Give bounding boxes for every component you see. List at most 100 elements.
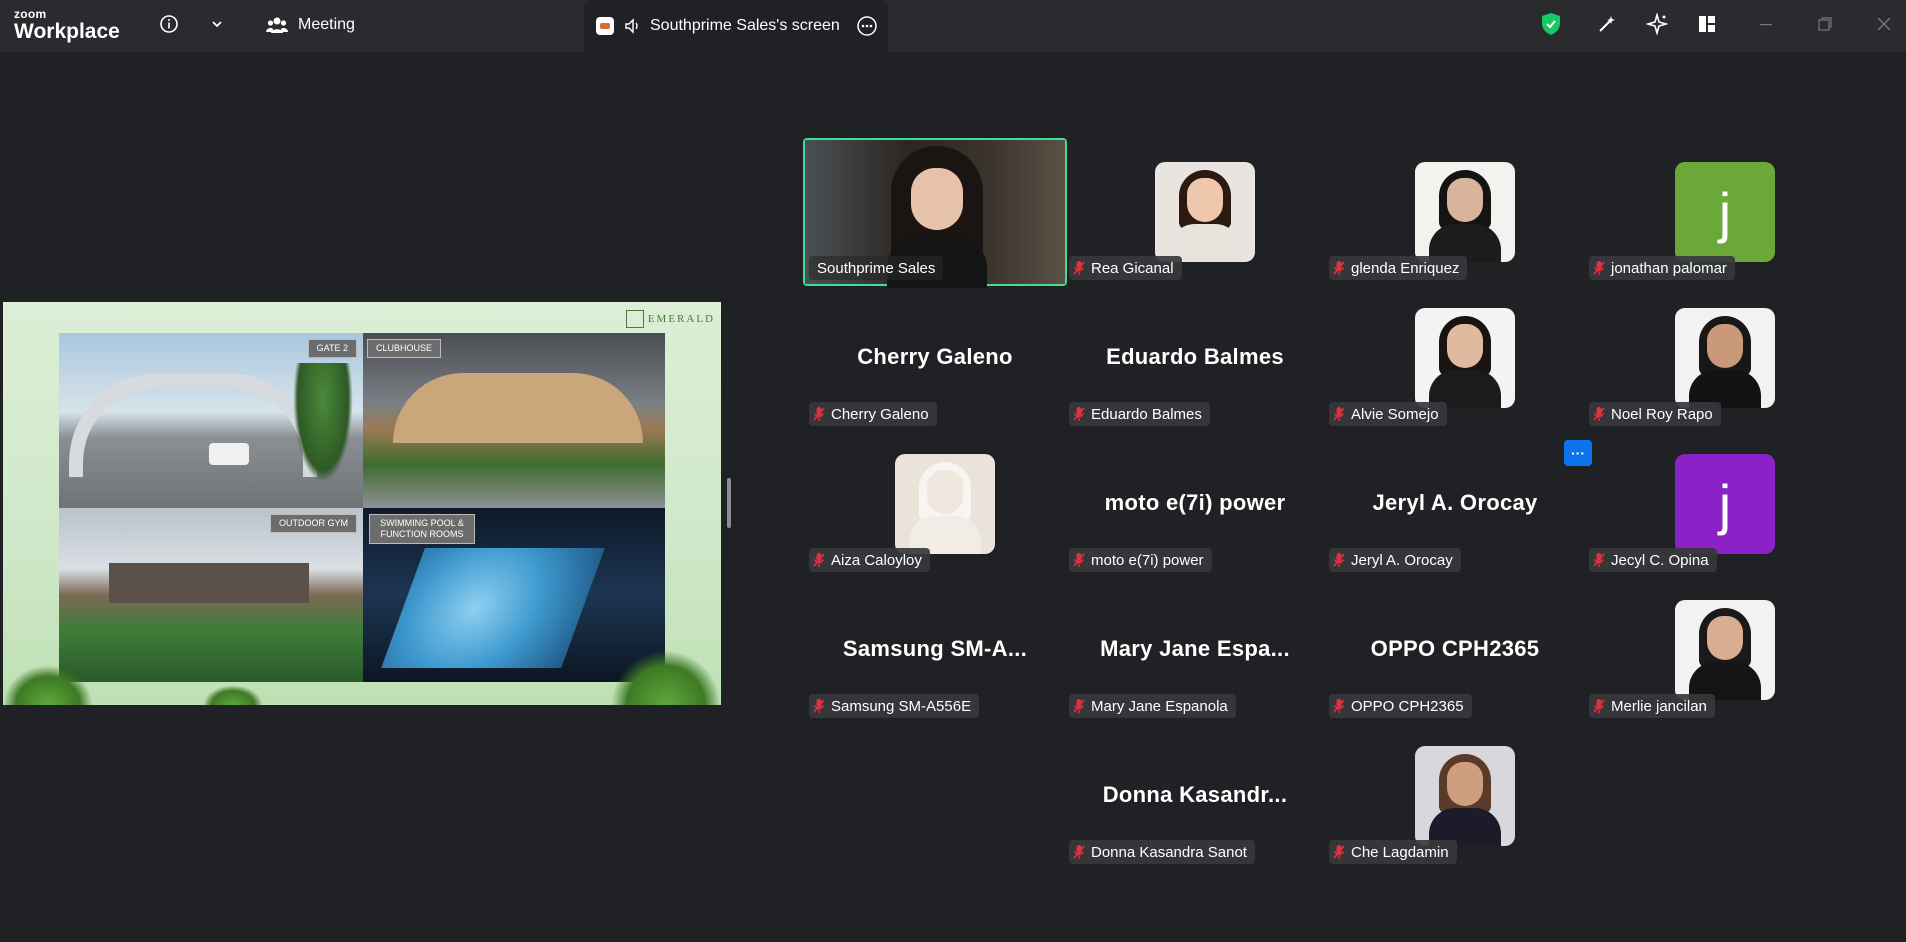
participant-name-tag: Merlie jancilan [1589, 694, 1715, 718]
participant-tile[interactable]: j Jecyl C. Opina [1585, 432, 1845, 576]
participant-name-tag: Cherry Galeno [809, 402, 937, 426]
participant-tile[interactable]: Southprime Sales [803, 138, 1067, 288]
participant-tile[interactable]: Jeryl A. Orocay Jeryl A. Orocay [1325, 432, 1585, 576]
participant-tile[interactable]: moto e(7i) power moto e(7i) power [1065, 432, 1325, 576]
mic-muted-icon [1593, 406, 1605, 422]
participant-name: Jeryl A. Orocay [1351, 551, 1453, 569]
grid-more-button[interactable]: ··· [1564, 440, 1592, 466]
mic-muted-icon [1593, 260, 1605, 276]
share-thumbnail-icon [596, 17, 614, 35]
mic-muted-icon [813, 406, 825, 422]
participant-name-tag: Southprime Sales [809, 256, 944, 280]
participant-name: Eduardo Balmes [1091, 405, 1202, 423]
participant-name: glenda Enriquez [1351, 259, 1460, 277]
participant-name: OPPO CPH2365 [1351, 697, 1464, 715]
participant-tile[interactable]: Mary Jane Espa... Mary Jane Espanola [1065, 578, 1325, 722]
participant-name-tag: OPPO CPH2365 [1329, 694, 1472, 718]
participant-tile[interactable]: Merlie jancilan [1585, 578, 1845, 722]
meeting-tab[interactable]: Meeting [266, 10, 355, 40]
mic-muted-icon [813, 552, 825, 568]
mic-muted-icon [1593, 698, 1605, 714]
participant-name: Cherry Galeno [831, 405, 929, 423]
mic-muted-icon [1333, 260, 1345, 276]
meeting-tab-label: Meeting [298, 16, 355, 33]
speaker-icon[interactable] [624, 17, 642, 35]
participant-name-tag: Samsung SM-A556E [809, 694, 980, 718]
profile-photo [1415, 308, 1515, 408]
participant-tile[interactable]: Noel Roy Rapo [1585, 286, 1845, 430]
participant-display-name: Cherry Galeno [857, 344, 1013, 369]
participant-display-name: OPPO CPH2365 [1370, 636, 1540, 661]
zoom-workplace-logo: zoom Workplace [14, 8, 120, 42]
mic-muted-icon [1073, 698, 1085, 714]
profile-photo-cat [895, 454, 995, 554]
participant-name-tag: Aiza Caloyloy [809, 548, 930, 572]
mic-muted-icon [1333, 698, 1345, 714]
participant-name-tag: moto e(7i) power [1069, 548, 1212, 572]
participant-tile[interactable]: Alvie Somejo [1325, 286, 1585, 430]
participant-tile[interactable]: Che Lagdamin [1325, 724, 1585, 868]
participant-tile[interactable]: Samsung SM-A... Samsung SM-A556E [805, 578, 1065, 722]
participant-display-name: moto e(7i) power [1104, 490, 1286, 515]
participant-tile[interactable]: Donna Kasandr... Donna Kasandra Sanot [1065, 724, 1325, 868]
minimize-icon[interactable] [1752, 10, 1780, 38]
close-icon[interactable] [1870, 10, 1898, 38]
participant-tile[interactable]: Eduardo Balmes Eduardo Balmes [1065, 286, 1325, 430]
mic-muted-icon [813, 698, 825, 714]
more-options-icon[interactable] [856, 15, 878, 37]
participant-tile[interactable]: glenda Enriquez [1325, 140, 1585, 284]
emerald-logo-mark [625, 310, 644, 328]
participant-name: Southprime Sales [817, 259, 936, 277]
participant-name-tag: Alvie Somejo [1329, 402, 1447, 426]
participant-name-tag: jonathan palomar [1589, 256, 1735, 280]
participant-tile[interactable]: Rea Gicanal [1065, 140, 1325, 284]
participant-name-tag: Che Lagdamin [1329, 840, 1457, 864]
shared-screen[interactable]: EMERALD GATE 2 CLUBHOUSE OUTDOOR GYM SWI… [3, 302, 721, 705]
clubhouse-caption: CLUBHOUSE [367, 339, 442, 358]
mic-muted-icon [1333, 552, 1345, 568]
participant-name-tag: Eduardo Balmes [1069, 402, 1210, 426]
shared-screen-tab[interactable]: Southprime Sales's screen [584, 0, 888, 52]
avatar-initial: j [1675, 162, 1775, 262]
profile-photo [1675, 600, 1775, 700]
participant-display-name: Jeryl A. Orocay [1372, 490, 1538, 515]
emerald-logo: EMERALD [625, 310, 715, 328]
participant-tile[interactable]: j jonathan palomar [1585, 140, 1845, 284]
leaf-decoration [611, 650, 721, 705]
split-view-resize-handle[interactable] [727, 478, 731, 528]
participant-display-name: Eduardo Balmes [1106, 344, 1284, 369]
participant-tile[interactable]: Cherry Galeno Cherry Galeno [805, 286, 1065, 430]
mic-muted-icon [1073, 260, 1085, 276]
participant-display-name: Mary Jane Espa... [1100, 636, 1290, 661]
title-bar: zoom Workplace Meeting Southprime Sales'… [0, 0, 1906, 52]
view-layout-icon[interactable] [1693, 10, 1721, 38]
security-shield-icon[interactable] [1537, 10, 1565, 38]
mic-muted-icon [1593, 552, 1605, 568]
emerald-logo-text: EMERALD [647, 313, 715, 325]
profile-photo [1415, 162, 1515, 262]
chevron-down-icon[interactable] [203, 10, 231, 38]
mic-muted-icon [1333, 406, 1345, 422]
restore-icon[interactable] [1811, 10, 1839, 38]
participant-name: moto e(7i) power [1091, 551, 1204, 569]
pool-caption: SWIMMING POOL & FUNCTION ROOMS [369, 514, 475, 544]
participant-name-tag: Jecyl C. Opina [1589, 548, 1717, 572]
outdoor-gym-photo: OUTDOOR GYM [59, 508, 363, 682]
ai-sparkle-icon[interactable] [1643, 10, 1671, 38]
profile-photo [1415, 746, 1515, 846]
participant-tile[interactable]: Aiza Caloyloy [805, 432, 1065, 576]
leaf-decoration [203, 685, 263, 705]
magic-wand-icon[interactable] [1593, 10, 1621, 38]
brand-top: zoom [14, 7, 47, 21]
participant-name: jonathan palomar [1611, 259, 1727, 277]
participant-name-tag: Donna Kasandra Sanot [1069, 840, 1255, 864]
mic-muted-icon [1073, 844, 1085, 860]
mic-muted-icon [1073, 552, 1085, 568]
participant-tile[interactable]: OPPO CPH2365 OPPO CPH2365 [1325, 578, 1585, 722]
participant-name: Mary Jane Espanola [1091, 697, 1228, 715]
participant-name: Aiza Caloyloy [831, 551, 922, 569]
participant-display-name: Samsung SM-A... [842, 636, 1028, 661]
participant-name: Noel Roy Rapo [1611, 405, 1713, 423]
meeting-info-icon[interactable] [155, 10, 183, 38]
outdoor-gym-caption: OUTDOOR GYM [270, 514, 357, 533]
